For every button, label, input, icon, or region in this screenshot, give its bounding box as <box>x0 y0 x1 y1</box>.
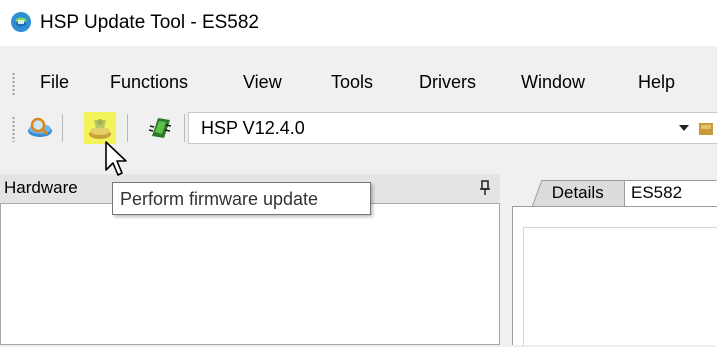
package-icon[interactable] <box>695 117 717 141</box>
menu-help[interactable]: Help <box>638 70 675 94</box>
details-inner-frame <box>523 227 717 347</box>
toolbar-grip[interactable] <box>12 116 15 142</box>
menu-drivers[interactable]: Drivers <box>419 70 476 94</box>
chevron-down-icon[interactable] <box>679 125 689 131</box>
menu-window[interactable]: Window <box>521 70 585 94</box>
title-bar: HSP Update Tool - ES582 <box>0 0 717 46</box>
tab-details[interactable]: Details <box>532 180 637 206</box>
tooltip-text: Perform firmware update <box>120 189 319 209</box>
tab-es582-label: ES582 <box>631 183 683 202</box>
details-content <box>512 206 717 347</box>
toolbar-separator <box>127 114 128 142</box>
tooltip: Perform firmware update <box>112 182 371 215</box>
menu-view[interactable]: View <box>243 70 282 94</box>
version-select-value: HSP V12.4.0 <box>201 118 305 138</box>
details-panel: Details ES582 <box>512 174 717 347</box>
toolbar-separator <box>62 114 63 142</box>
search-hardware-button[interactable] <box>24 112 56 144</box>
window-title: HSP Update Tool - ES582 <box>40 12 259 33</box>
version-select[interactable]: HSP V12.4.0 <box>188 112 717 144</box>
menu-grip[interactable] <box>12 72 15 96</box>
toolbar-separator <box>184 114 185 142</box>
tab-es582[interactable]: ES582 <box>624 180 717 206</box>
tab-details-label: Details <box>551 183 604 202</box>
menu-bar: File Functions View Tools Drivers Window… <box>0 60 717 104</box>
hsp-update-icon <box>11 12 31 32</box>
menu-functions[interactable]: Functions <box>110 70 188 94</box>
menu-file[interactable]: File <box>40 70 69 94</box>
search-hardware-icon <box>28 117 52 137</box>
chip-button[interactable] <box>144 112 176 144</box>
green-chip-icon <box>148 118 172 138</box>
pin-icon[interactable] <box>478 180 492 196</box>
hardware-panel-title: Hardware <box>4 178 78 197</box>
mouse-cursor-icon <box>105 141 127 176</box>
menu-tools[interactable]: Tools <box>331 70 373 94</box>
hardware-tree[interactable] <box>0 204 500 345</box>
